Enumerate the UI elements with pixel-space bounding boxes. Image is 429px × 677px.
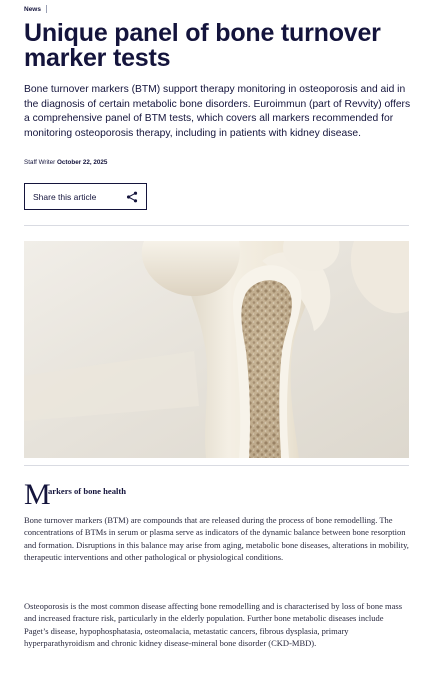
article-hero-image: [24, 241, 409, 458]
share-article-button[interactable]: Share this article: [24, 183, 147, 210]
author-name[interactable]: Staff Writer: [24, 159, 55, 166]
divider: [24, 225, 409, 226]
share-label: Share this article: [33, 191, 97, 202]
divider: [24, 465, 409, 466]
publish-date: October 22, 2025: [57, 159, 108, 166]
drop-cap: M: [24, 478, 51, 511]
bone-cross-section-illustration: [24, 241, 409, 458]
section-heading: M arkers of bone health: [24, 478, 409, 511]
breadcrumb-separator: [45, 5, 47, 13]
body-paragraph: Osteoporosis is the most common disease …: [24, 601, 403, 648]
share-icon: [126, 191, 138, 202]
body-paragraph: Bone turnover markers (BTM) are compound…: [24, 515, 409, 562]
section-title: arkers of bone health: [48, 486, 127, 496]
breadcrumb-category-link[interactable]: News: [24, 6, 41, 13]
article-title: Unique panel of bone turnover marker tes…: [24, 19, 381, 72]
article-lead: Bone turnover markers (BTM) support ther…: [24, 84, 411, 139]
breadcrumb: News: [24, 5, 47, 13]
article-byline: Staff Writer October 22, 2025: [24, 159, 107, 166]
